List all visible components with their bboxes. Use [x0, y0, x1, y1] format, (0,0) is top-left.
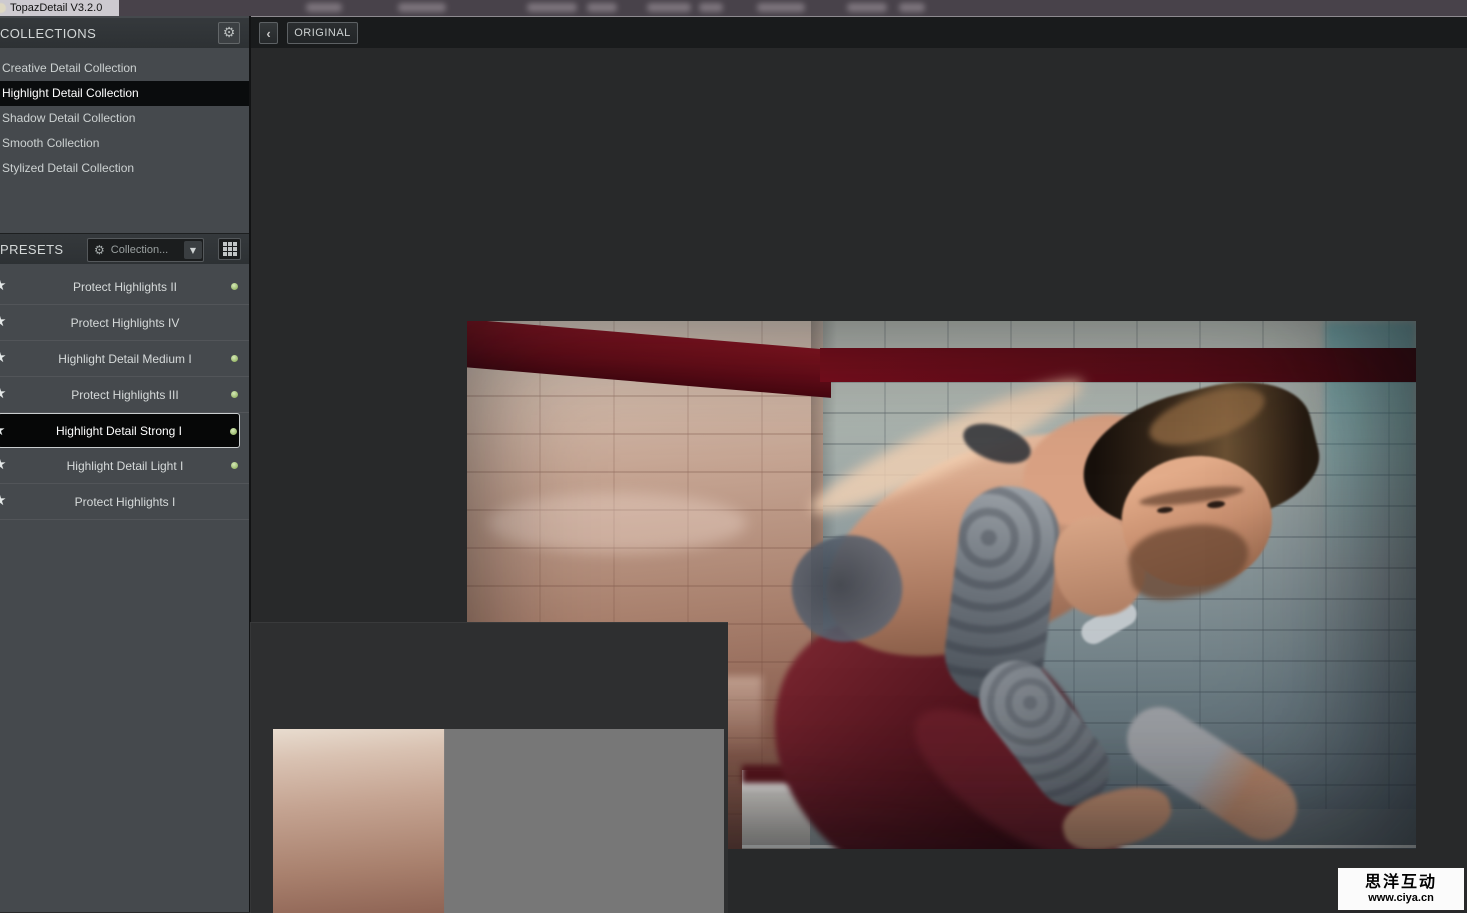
applied-indicator-dot: [231, 283, 238, 290]
applied-indicator-dot: [231, 462, 238, 469]
grid-icon: [223, 242, 237, 256]
collections-settings-button[interactable]: ⚙: [218, 22, 240, 44]
menubar: [0, 0, 1467, 16]
star-icon[interactable]: ★: [0, 314, 6, 329]
preset-filter-value: Collection...: [111, 244, 184, 256]
star-icon[interactable]: ★: [0, 278, 6, 293]
watermark-url: www.ciya.cn: [1368, 892, 1434, 905]
watermark-text: 思洋互动: [1365, 874, 1437, 892]
preset-item[interactable]: ★ Highlight Detail Strong I: [0, 413, 240, 448]
preset-label: Highlight Detail Light I: [67, 459, 184, 473]
window-titlebar: TopazDetail V3.2.0: [0, 0, 1467, 17]
preset-item[interactable]: ★ Highlight Detail Light I: [0, 448, 250, 484]
star-icon[interactable]: ★: [0, 350, 6, 365]
star-icon[interactable]: ★: [0, 423, 5, 438]
preset-label: Protect Highlights II: [73, 280, 177, 294]
original-view-button[interactable]: ORIGINAL: [287, 22, 358, 44]
sidebar: COLLECTIONS ⚙ Creative Detail Collection…: [0, 16, 250, 912]
presets-list: ★ Protect Highlights II ★ Protect Highlight…: [0, 263, 250, 520]
preset-label: Highlight Detail Medium I: [58, 352, 191, 366]
preview-thumbnail: [273, 729, 724, 913]
redacted-menu-item[interactable]: [757, 3, 805, 12]
preset-label: Highlight Detail Strong I: [56, 424, 182, 438]
app-title-chip: TopazDetail V3.2.0: [0, 0, 119, 16]
collection-item[interactable]: Shadow Detail Collection: [0, 106, 250, 131]
applied-indicator-dot: [230, 428, 237, 435]
collection-item[interactable]: Stylized Detail Collection: [0, 156, 250, 181]
star-icon[interactable]: ★: [0, 457, 6, 472]
preset-item[interactable]: ★ Highlight Detail Medium I: [0, 341, 250, 377]
viewer-toolbar: ‹ ORIGINAL: [251, 17, 1467, 49]
redacted-menu-item[interactable]: [847, 3, 887, 12]
star-icon[interactable]: ★: [0, 386, 6, 401]
preview-thumbnail-scaler: [273, 729, 724, 913]
collection-item[interactable]: Creative Detail Collection: [0, 56, 250, 81]
star-icon[interactable]: ★: [0, 493, 6, 508]
original-thumbnail-photo: [273, 729, 724, 913]
gear-icon: ⚙: [223, 26, 236, 40]
collections-header: COLLECTIONS ⚙: [0, 18, 250, 48]
presets-title: PRESETS: [0, 242, 63, 257]
app-icon: [0, 3, 6, 13]
redacted-menu-item[interactable]: [647, 3, 691, 12]
preset-label: Protect Highlights III: [71, 388, 178, 402]
collections-list: Creative Detail CollectionHighlight Deta…: [0, 48, 250, 241]
redacted-menu-item[interactable]: [899, 3, 925, 12]
back-button[interactable]: ‹: [259, 22, 278, 44]
redacted-menu-item[interactable]: [587, 3, 617, 12]
preset-filter-dropdown[interactable]: ⚙ Collection... ▼: [87, 238, 204, 262]
watermark: 思洋互动 www.ciya.cn: [1337, 867, 1465, 911]
preset-label: Protect Highlights IV: [71, 316, 180, 330]
preview-panel: [250, 622, 728, 913]
collection-item[interactable]: Highlight Detail Collection: [0, 81, 250, 106]
redacted-menu-item[interactable]: [306, 3, 342, 12]
preset-item[interactable]: ★ Protect Highlights II: [0, 269, 250, 305]
redacted-menu-item[interactable]: [527, 3, 577, 12]
preset-item[interactable]: ★ Protect Highlights IV: [0, 305, 250, 341]
collection-item[interactable]: Smooth Collection: [0, 131, 250, 156]
gear-icon: ⚙: [94, 244, 105, 256]
presets-header: PRESETS ⚙ Collection... ▼: [0, 233, 250, 264]
preset-item[interactable]: ★ Protect Highlights I: [0, 484, 250, 520]
collections-title: COLLECTIONS: [0, 26, 96, 41]
back-icon: ‹: [266, 26, 270, 41]
preset-grid-view-button[interactable]: [218, 238, 241, 260]
applied-indicator-dot: [231, 391, 238, 398]
preset-item[interactable]: ★ Protect Highlights III: [0, 377, 250, 413]
window-title: TopazDetail V3.2.0: [10, 2, 102, 14]
preset-label: Protect Highlights I: [75, 495, 176, 509]
redacted-menu-item[interactable]: [398, 3, 446, 12]
chevron-down-icon: ▼: [184, 241, 202, 259]
applied-indicator-dot: [231, 355, 238, 362]
redacted-menu-item[interactable]: [699, 3, 723, 12]
